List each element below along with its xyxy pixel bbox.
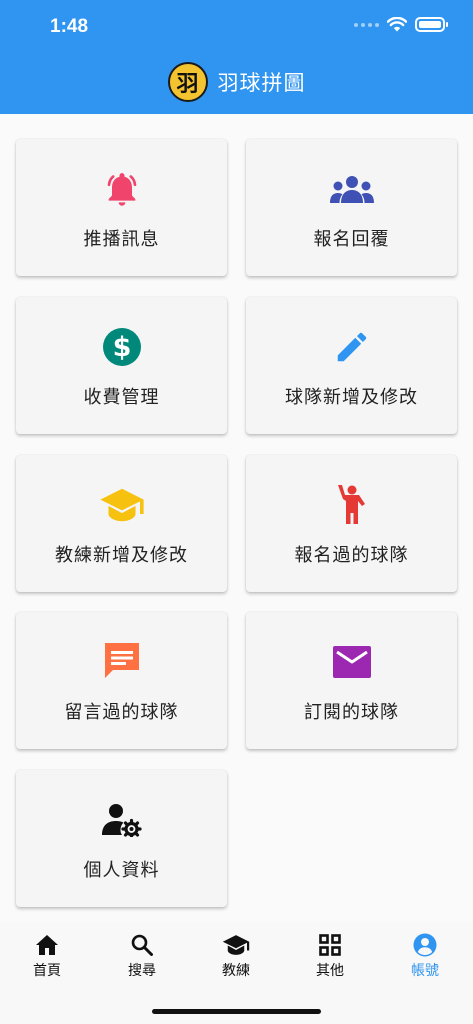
menu-card-label: 留言過的球隊 <box>64 702 179 722</box>
menu-card-label: 教練新增及修改 <box>55 545 188 565</box>
search-icon <box>112 932 172 958</box>
nav-label: 帳號 <box>411 962 439 978</box>
app-logo: 羽 <box>167 62 208 102</box>
signal-icon <box>354 22 379 27</box>
nav-label: 首頁 <box>33 962 61 978</box>
nav-label: 搜尋 <box>128 962 156 978</box>
menu-card-label: 訂閱的球隊 <box>304 702 399 722</box>
nav-home[interactable]: 首頁 <box>17 932 77 980</box>
grid-icon <box>300 932 360 958</box>
menu-card-registration-replies[interactable]: 報名回覆 <box>246 139 457 276</box>
battery-icon <box>415 17 448 32</box>
status-time: 1:48 <box>50 16 89 37</box>
menu-card-label: 個人資料 <box>83 860 160 880</box>
mail-icon <box>246 642 457 682</box>
user-settings-icon <box>16 800 227 840</box>
account-circle-icon <box>395 932 455 958</box>
nav-coach[interactable]: 教練 <box>206 932 266 980</box>
chat-icon <box>16 640 227 680</box>
nav-label: 教練 <box>222 962 250 978</box>
menu-card-team-edit[interactable]: 球隊新增及修改 <box>246 297 457 434</box>
menu-card-subscribed-teams[interactable]: 訂閱的球隊 <box>246 612 457 749</box>
nav-other[interactable]: 其他 <box>300 932 360 980</box>
app-title: 羽球拼圖 <box>217 72 306 95</box>
nav-search[interactable]: 搜尋 <box>112 932 172 980</box>
menu-card-label: 推播訊息 <box>83 229 160 249</box>
svg-text:$: $ <box>112 332 131 363</box>
menu-card-label: 球隊新增及修改 <box>285 387 418 407</box>
menu-card-label: 報名回覆 <box>313 229 390 249</box>
nav-label: 其他 <box>316 962 344 978</box>
dollar-icon: $ <box>16 327 227 367</box>
nav-account[interactable]: 帳號 <box>395 932 455 980</box>
graduation-cap-icon <box>16 485 227 525</box>
pencil-icon <box>246 327 457 367</box>
bell-icon <box>16 169 227 209</box>
menu-card-registered-teams[interactable]: 報名過的球隊 <box>246 455 457 592</box>
home-indicator <box>152 1009 321 1014</box>
home-icon <box>17 932 77 958</box>
menu-card-personal-info[interactable]: 個人資料 <box>16 770 227 907</box>
menu-card-label: 報名過的球隊 <box>294 545 409 565</box>
wifi-icon <box>387 17 407 32</box>
menu-card-push-messages[interactable]: 推播訊息 <box>16 139 227 276</box>
menu-card-coach-edit[interactable]: 教練新增及修改 <box>16 455 227 592</box>
graduation-cap-icon <box>206 932 266 958</box>
group-icon <box>246 169 457 209</box>
menu-card-fee-management[interactable]: $ 收費管理 <box>16 297 227 434</box>
menu-card-label: 收費管理 <box>83 387 160 407</box>
status-icons <box>354 17 448 32</box>
person-raising-hand-icon <box>246 485 457 525</box>
app-bar: 1:48 羽 羽球拼圖 <box>0 0 473 114</box>
menu-card-commented-teams[interactable]: 留言過的球隊 <box>16 612 227 749</box>
